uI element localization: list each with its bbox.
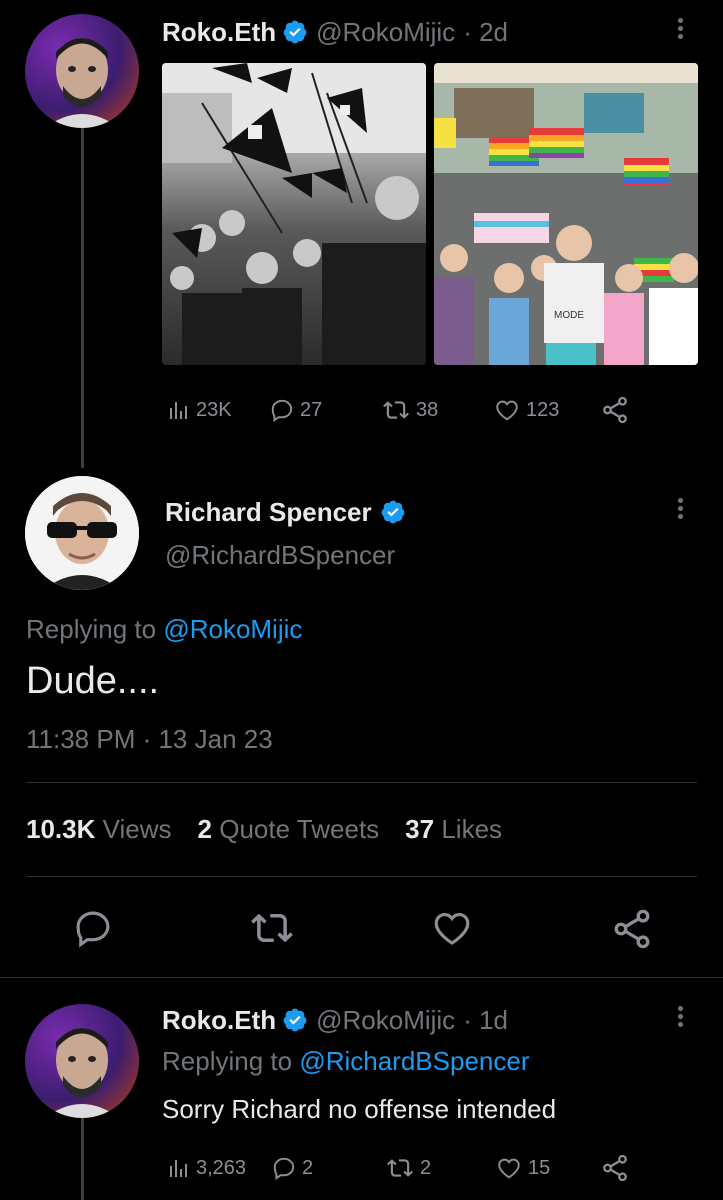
retweet-icon xyxy=(383,401,409,419)
tweet3-likes[interactable]: 15 xyxy=(494,1155,600,1181)
divider xyxy=(26,782,697,783)
share-button-icon[interactable] xyxy=(610,907,654,951)
tweet2-likes-label: Likes xyxy=(441,814,503,844)
verified-badge-icon xyxy=(283,20,307,44)
tweet3-handle[interactable]: @RokoMijic xyxy=(316,1005,455,1036)
avatar-roko-face xyxy=(45,1028,119,1118)
share-icon xyxy=(603,396,627,424)
tweet1-image-left-scene xyxy=(162,63,426,365)
tweet2-views-label: Views xyxy=(102,814,172,844)
tweet1-image-left[interactable] xyxy=(162,63,426,365)
tweet3-body: Sorry Richard no offense intended xyxy=(162,1094,557,1124)
reply-button-icon[interactable] xyxy=(72,907,114,949)
tweet3-retweets[interactable]: 2 xyxy=(384,1155,494,1181)
retweet-icon xyxy=(387,1159,413,1177)
tweet1-author-name[interactable]: Roko.Eth xyxy=(162,17,276,48)
tweet1-image-right[interactable]: MODE xyxy=(434,63,698,365)
verified-badge-icon xyxy=(283,1008,307,1032)
retweet-button-icon[interactable] xyxy=(250,907,294,949)
reply-icon xyxy=(273,1157,295,1181)
tweet1-likes-count: 123 xyxy=(526,398,560,421)
tweet3-views-count: 3,263 xyxy=(196,1156,247,1179)
views-icon xyxy=(170,1160,187,1177)
tweet2-views[interactable]: 10.3K Views xyxy=(26,814,172,845)
verified-badge-icon xyxy=(381,500,405,524)
tweet1-retweets[interactable]: 38 xyxy=(380,397,492,423)
tweet3-replying-prefix: Replying to xyxy=(162,1046,293,1076)
tweet2-likes[interactable]: 37 Likes xyxy=(405,814,502,845)
tweet1-views-count: 23K xyxy=(196,398,232,421)
tweet1-likes[interactable]: 123 xyxy=(492,397,600,423)
tweet2-timestamp[interactable]: 11:38 PM · 13 Jan 23 xyxy=(26,724,273,755)
tweet3-replies[interactable]: 2 xyxy=(270,1155,384,1181)
tweet1-image-right-scene: MODE xyxy=(434,63,698,365)
divider xyxy=(0,977,723,978)
avatar-roko[interactable] xyxy=(25,1004,139,1118)
thread-line xyxy=(81,128,84,468)
tweet3-replying-to-link[interactable]: @RichardBSpencer xyxy=(299,1046,529,1076)
tweet3-replies-count: 2 xyxy=(302,1156,314,1179)
tweet2-handle[interactable]: @RichardBSpencer xyxy=(165,540,395,571)
tweet3-share[interactable] xyxy=(600,1153,634,1183)
tweet2-more-menu[interactable] xyxy=(678,498,684,522)
tweet1-share[interactable] xyxy=(600,395,634,425)
tweet1-retweets-count: 38 xyxy=(416,398,439,421)
tweet1-replies-count: 27 xyxy=(300,398,323,421)
avatar-roko[interactable] xyxy=(25,14,139,128)
tweet1-views[interactable]: 23K xyxy=(166,398,268,422)
tweet3-more-menu[interactable] xyxy=(678,1006,684,1030)
views-icon xyxy=(170,402,187,419)
tweet3-views[interactable]: 3,263 xyxy=(166,1156,270,1180)
avatar-spencer-face xyxy=(25,476,139,590)
like-icon xyxy=(498,1158,520,1179)
tweet1-more-menu[interactable] xyxy=(678,18,684,42)
like-button-icon[interactable] xyxy=(430,907,474,949)
tweet1-time[interactable]: · 2d xyxy=(463,17,508,48)
tweet2-replying-prefix: Replying to xyxy=(26,614,157,644)
tweet1-handle[interactable]: @RokoMijic xyxy=(316,17,455,48)
avatar-roko-face xyxy=(45,38,119,128)
tweet2-quote-tweets[interactable]: 2 Quote Tweets xyxy=(198,814,380,845)
tweet3-time[interactable]: · 1d xyxy=(463,1005,508,1036)
tweet3-likes-count: 15 xyxy=(528,1156,551,1179)
like-icon xyxy=(496,400,518,421)
tweet3-author-name[interactable]: Roko.Eth xyxy=(162,1005,276,1036)
divider xyxy=(26,876,697,877)
tweet2-body: Dude.... xyxy=(26,660,160,702)
image-right-sign-text: MODE xyxy=(554,310,584,321)
avatar-spencer[interactable] xyxy=(25,476,139,590)
tweet2-quotes-count: 2 xyxy=(197,814,212,844)
share-icon xyxy=(603,1154,627,1182)
thread-line xyxy=(81,1118,84,1200)
tweet2-quotes-label: Quote Tweets xyxy=(219,814,380,844)
reply-icon xyxy=(271,399,293,423)
tweet2-replying-to-link[interactable]: @RokoMijic xyxy=(163,614,302,644)
tweet2-author-name[interactable]: Richard Spencer xyxy=(165,497,372,528)
tweet2-likes-count: 37 xyxy=(405,814,435,844)
tweet1-replies[interactable]: 27 xyxy=(268,397,380,423)
tweet2-views-count: 10.3K xyxy=(26,814,96,844)
tweet3-retweets-count: 2 xyxy=(420,1156,432,1179)
